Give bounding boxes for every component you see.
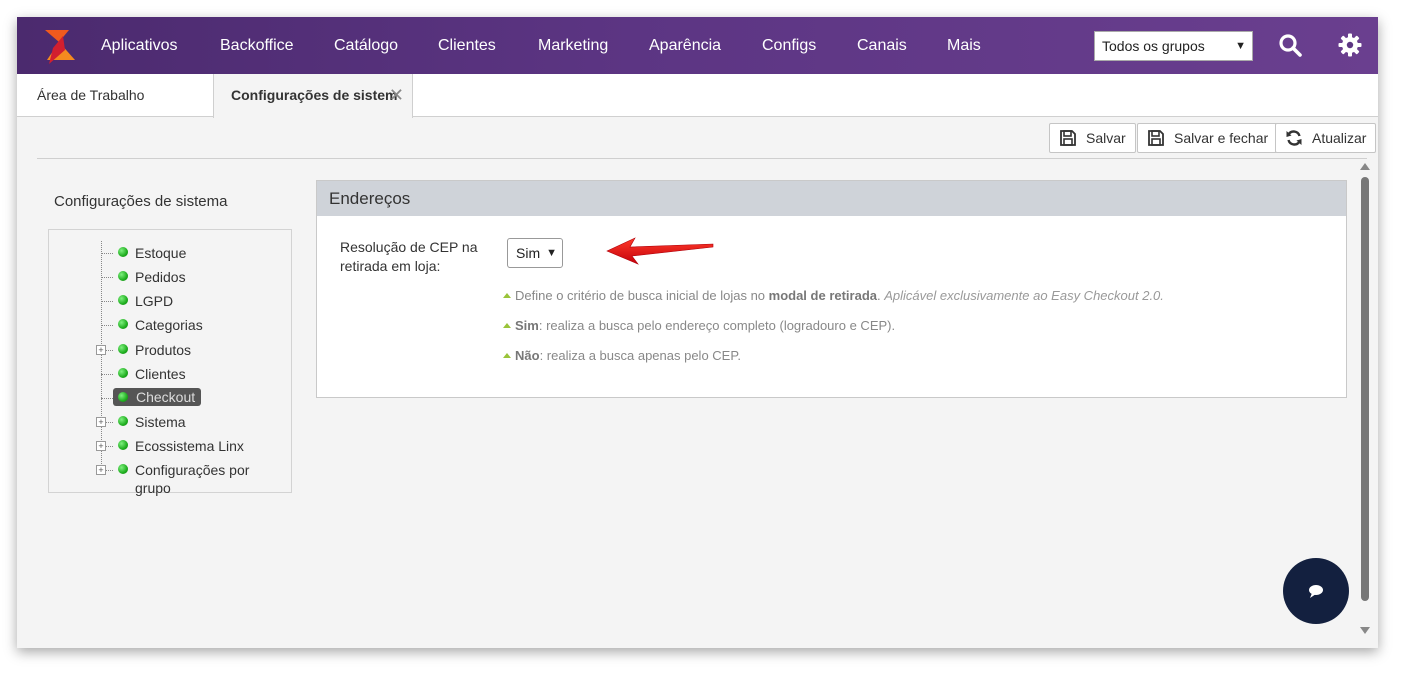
scrollbar-thumb[interactable] [1361,177,1369,601]
tab-label: Configurações de sistem [231,87,398,103]
chevron-down-icon: ▼ [546,247,557,259]
tree-connector [101,325,113,326]
tree-item-categorias[interactable]: Categorias [49,314,289,336]
save-button[interactable]: Salvar [1049,123,1136,153]
status-dot-icon [118,416,128,426]
bullet-triangle-icon [503,323,511,328]
tree-item-label: Produtos [135,342,192,358]
nav-marketing[interactable]: Marketing [538,17,608,74]
tree-item-produtos[interactable]: + Produtos [49,339,289,361]
group-select-value: Todos os grupos [1102,38,1205,54]
refresh-label: Atualizar [1312,130,1367,146]
refresh-button[interactable]: Atualizar [1275,123,1377,153]
bullet-triangle-icon [503,293,511,298]
help-text-1: Define o critério de busca inicial de lo… [503,288,1164,303]
help-bold: Não [515,348,540,363]
tree-connector [101,253,113,254]
tree-connector [101,301,113,302]
nav-clientes[interactable]: Clientes [438,17,496,74]
status-dot-icon [118,440,128,450]
help-text-2: Sim: realiza a busca pelo endereço compl… [503,318,895,333]
tree-item-label: LGPD [135,293,174,309]
save-and-close-label: Salvar e fechar [1174,130,1269,146]
expand-icon[interactable]: + [96,417,106,427]
save-and-close-button[interactable]: Salvar e fechar [1137,123,1279,153]
sidebar-title: Configurações de sistema [54,193,228,210]
status-dot-icon [118,464,128,474]
status-dot-icon [118,344,128,354]
help-italic: Aplicável exclusivamente ao Easy Checkou… [884,288,1164,303]
settings-panel: Endereços Resolução de CEP na retirada e… [316,180,1347,398]
group-select[interactable]: Todos os grupos ▼ [1094,31,1253,61]
app-window: Aplicativos Backoffice Catálogo Clientes… [17,17,1378,648]
brand-logo-icon[interactable] [39,26,79,66]
help-text: : realiza a busca pelo endereço completo… [538,318,896,333]
expand-icon[interactable]: + [96,465,106,475]
nav-backoffice[interactable]: Backoffice [220,17,294,74]
expand-icon[interactable]: + [96,345,106,355]
tree-item-clientes[interactable]: Clientes [49,363,289,385]
close-icon[interactable]: ✕ [389,74,404,117]
chat-bubble-icon [1309,585,1323,598]
tree-item-ecossistema-linx[interactable]: + Ecossistema Linx [49,435,289,457]
tree-item-label: Estoque [135,245,187,261]
help-bold: Sim [515,318,539,333]
cep-resolution-label: Resolução de CEP na retirada em loja: [340,239,478,274]
scroll-down-icon[interactable] [1360,627,1370,634]
nav-aplicativos[interactable]: Aplicativos [101,17,177,74]
divider [37,158,1367,159]
tree-item-label: Pedidos [135,269,186,285]
cep-resolution-select[interactable]: Sim ▼ [507,238,563,268]
tree-item-label: Clientes [135,366,186,382]
bullet-triangle-icon [503,353,511,358]
scroll-up-icon[interactable] [1360,163,1370,170]
status-dot-icon [118,247,128,257]
nav-configs[interactable]: Configs [762,17,816,74]
status-dot-icon [118,392,128,402]
chevron-down-icon: ▼ [1235,40,1246,52]
top-navbar: Aplicativos Backoffice Catálogo Clientes… [17,17,1378,74]
tab-configuracoes-de-sistema[interactable]: Configurações de sistem ✕ [213,74,413,118]
expand-icon[interactable]: + [96,441,106,451]
tree-connector [101,277,113,278]
red-arrow-annotation-icon [606,237,714,265]
tree-item-label: Ecossistema Linx [135,438,244,454]
status-dot-icon [118,295,128,305]
tree-connector [101,374,113,375]
tree-item-label: Categorias [135,317,203,333]
settings-tree: Estoque Pedidos LGPD Categorias + Produt… [48,229,292,496]
gear-icon[interactable] [1337,32,1363,58]
help-text: : realiza a busca apenas pelo CEP. [539,348,741,363]
tree-item-pedidos[interactable]: Pedidos [49,266,289,288]
tree-item-label: Sistema [135,414,186,430]
help-bold: modal de retirada [768,288,878,303]
tab-bar: Área de Trabalho Configurações de sistem… [17,74,1378,118]
nav-aparencia[interactable]: Aparência [649,17,721,74]
tree-item-checkout[interactable]: Checkout [49,387,289,409]
tree-item-estoque[interactable]: Estoque [49,242,289,264]
tree-item-lgpd[interactable]: LGPD [49,290,289,312]
status-dot-icon [118,368,128,378]
floppy-icon [1060,130,1076,146]
chat-button[interactable] [1283,558,1349,624]
nav-catalogo[interactable]: Catálogo [334,17,398,74]
panel-title: Endereços [317,181,1346,216]
refresh-icon [1286,130,1302,146]
help-text-3: Não: realiza a busca apenas pelo CEP. [503,348,741,363]
cep-resolution-value: Sim [516,245,541,261]
floppy-icon [1148,130,1164,146]
nav-canais[interactable]: Canais [857,17,907,74]
help-text: Define o critério de busca inicial de lo… [515,288,769,303]
save-label: Salvar [1086,130,1126,146]
search-icon[interactable] [1277,32,1303,58]
tab-area-de-trabalho[interactable]: Área de Trabalho [37,74,144,117]
tree-item-label: Configurações por grupo [135,462,250,496]
tree-item-configuracoes-por-grupo[interactable]: + Configurações por grupo [49,459,289,496]
status-dot-icon [118,271,128,281]
tree-connector [101,398,113,399]
nav-mais[interactable]: Mais [947,17,981,74]
tree-item-sistema[interactable]: + Sistema [49,411,289,433]
status-dot-icon [118,319,128,329]
